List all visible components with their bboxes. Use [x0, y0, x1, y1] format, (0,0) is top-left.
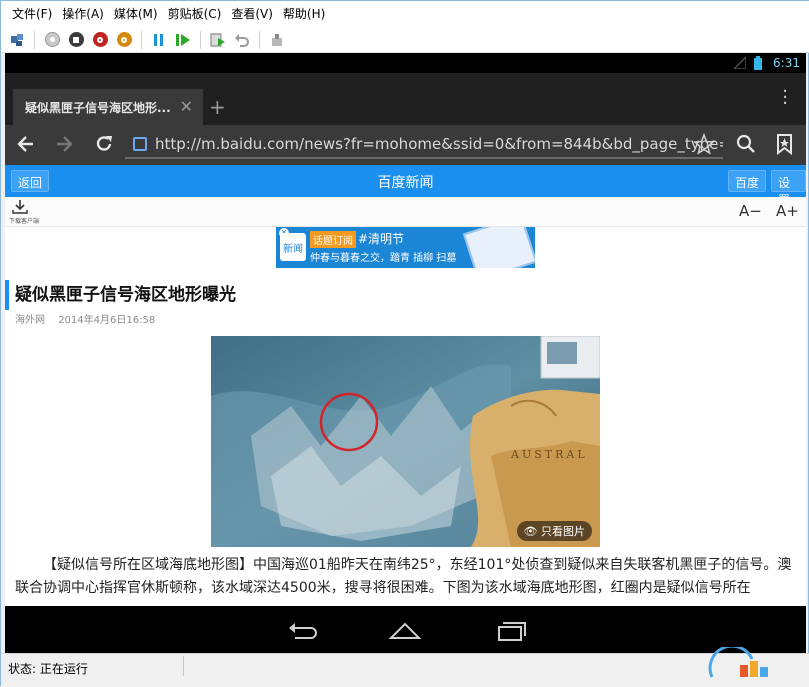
browser-tab[interactable]: 疑似黑匣子信号海区地形... ✕: [13, 89, 203, 125]
banner-tag: 话题订阅: [310, 231, 356, 248]
run-icon[interactable]: [208, 30, 228, 50]
nav-home-icon[interactable]: [387, 618, 423, 642]
toolbar-separator: [200, 30, 201, 49]
back-arrow-icon[interactable]: [15, 133, 37, 160]
search-icon[interactable]: [735, 133, 757, 160]
status-separator: [183, 656, 184, 676]
bookmark-star-icon[interactable]: [693, 132, 715, 160]
menu-clipboard[interactable]: 剪贴板(C): [163, 1, 227, 27]
watermark-logo: [708, 647, 768, 678]
view-image-button[interactable]: 👁 只看图片: [516, 521, 592, 541]
signal-icon: [732, 55, 747, 72]
status-strip: 状态: 正在运行: [1, 653, 809, 687]
android-status-bar: 6:31: [5, 53, 806, 73]
snapshot-icon[interactable]: [267, 30, 287, 50]
status-text: 状态: 正在运行: [8, 662, 88, 676]
menu-help[interactable]: 帮助(H): [278, 1, 330, 27]
news-logo: 新闻: [280, 233, 306, 261]
font-decrease-button[interactable]: A−: [739, 202, 762, 220]
article-toolbar: 下载客户端 A− A+: [5, 197, 806, 227]
resume-icon[interactable]: [173, 30, 193, 50]
toolbar-separator: [34, 30, 35, 49]
banner-subtitle: 仲春与暮春之交，踏青 插柳 扫墓: [310, 253, 457, 264]
page-title: 百度新闻: [377, 175, 434, 191]
browser-tab-strip: 疑似黑匣子信号海区地形... ✕ + · · ·: [5, 73, 806, 125]
tab-title: 疑似黑匣子信号海区地形...: [25, 101, 171, 115]
phone-illustration: [462, 227, 535, 268]
page-favicon-icon: [133, 137, 147, 151]
app-icon[interactable]: [7, 30, 27, 50]
new-tab-icon[interactable]: +: [209, 95, 226, 119]
promo-banner[interactable]: ✕ 新闻 话题订阅 #清明节 仲春与暮春之交，踏青 插柳 扫墓: [276, 227, 535, 268]
url-text: http://m.baidu.com/news?fr=mohome&ssid=0…: [155, 135, 723, 153]
article-source: 海外网: [15, 315, 45, 326]
clock: 6:31: [773, 56, 800, 70]
download-caption: 下载客户端: [9, 218, 40, 225]
article-date: 2014年4月6日16:58: [58, 315, 156, 326]
toolbar-separator: [259, 30, 260, 49]
power-off-icon[interactable]: [42, 30, 62, 50]
nav-recents-icon[interactable]: [493, 618, 529, 642]
shutdown-icon[interactable]: [114, 30, 134, 50]
toolbar-separator: [141, 30, 142, 49]
web-page[interactable]: 返回 百度新闻 百度 设置 下载客户端 A− A+ ✕ 新闻 话题订阅 #清明节…: [5, 165, 806, 606]
browser-toolbar: http://m.baidu.com/news?fr=mohome&ssid=0…: [5, 125, 806, 165]
menu-media[interactable]: 媒体(M): [109, 1, 163, 27]
seabed-map: AUSTRAL: [211, 336, 600, 547]
menu-file[interactable]: 文件(F): [7, 1, 57, 27]
article-body: 【疑似信号所在区域海底地形图】中国海巡01船昨天在南纬25°，东经101°处侦查…: [15, 557, 792, 596]
bookmarks-icon[interactable]: [775, 133, 795, 160]
baidu-news-header: 返回 百度新闻 百度 设置: [5, 165, 806, 207]
svg-text:AUSTRAL: AUSTRAL: [510, 448, 588, 461]
toolbar: [1, 27, 809, 53]
overflow-menu-icon[interactable]: · · ·: [782, 83, 788, 113]
battery-icon: [754, 56, 762, 73]
baidu-home-button[interactable]: 百度: [728, 170, 767, 192]
reload-icon[interactable]: [93, 133, 115, 160]
view-image-label: 只看图片: [541, 525, 585, 538]
menu-bar: 文件(F) 操作(A) 媒体(M) 剪贴板(C) 查看(V) 帮助(H): [1, 1, 809, 27]
article-meta: 海外网 2014年4月6日16:58: [15, 311, 165, 326]
menu-action[interactable]: 操作(A): [57, 1, 109, 27]
android-nav-bar: [5, 606, 806, 653]
article-title: 疑似黑匣子信号海区地形曝光: [15, 285, 236, 305]
forward-arrow-icon[interactable]: [53, 133, 75, 160]
font-increase-button[interactable]: A+: [776, 202, 799, 220]
settings-button[interactable]: 设置: [771, 170, 806, 207]
undo-icon[interactable]: [232, 30, 252, 50]
pause-icon[interactable]: [149, 30, 169, 50]
menu-view[interactable]: 查看(V): [226, 1, 278, 27]
reset-icon[interactable]: [90, 30, 110, 50]
emulator-window: 文件(F) 操作(A) 媒体(M) 剪贴板(C) 查看(V) 帮助(H) 6:3…: [0, 0, 809, 687]
title-accent-bar: [5, 280, 9, 310]
nav-back-icon[interactable]: [285, 618, 321, 642]
banner-hashtag: #清明节: [358, 232, 405, 246]
android-screen[interactable]: 6:31 疑似黑匣子信号海区地形... ✕ + · · · http://m.bai…: [5, 53, 806, 653]
tab-close-icon[interactable]: ✕: [180, 97, 193, 116]
stop-icon[interactable]: [66, 30, 86, 50]
url-input[interactable]: http://m.baidu.com/news?fr=mohome&ssid=0…: [125, 131, 723, 159]
article-image[interactable]: AUSTRAL 👁 只看图片: [211, 336, 600, 547]
